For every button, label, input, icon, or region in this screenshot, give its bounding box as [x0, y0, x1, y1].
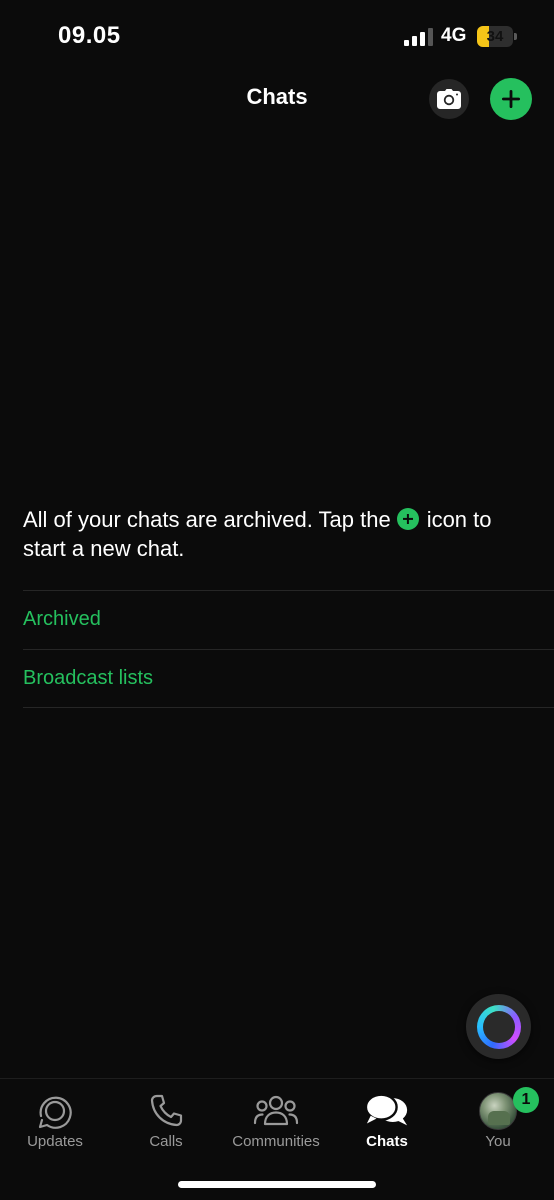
divider [23, 649, 554, 650]
network-label: 4G [441, 25, 467, 46]
tab-label: Updates [27, 1133, 83, 1150]
updates-icon [32, 1091, 78, 1131]
status-time: 09.05 [58, 22, 121, 49]
broadcast-lists-link[interactable]: Broadcast lists [23, 667, 153, 690]
home-indicator [178, 1181, 376, 1188]
tab-chats[interactable]: Chats [332, 1089, 442, 1159]
avatar [479, 1092, 517, 1130]
meta-ai-button[interactable] [466, 994, 531, 1059]
plus-icon [396, 508, 419, 530]
tab-calls[interactable]: Calls [111, 1089, 221, 1159]
phone-icon [143, 1091, 189, 1131]
tab-label: Chats [366, 1133, 408, 1150]
battery-level: 34 [486, 28, 504, 45]
notification-badge: 1 [513, 1087, 539, 1113]
signal-icon [404, 28, 433, 46]
chats-screen: 09.05 4G 34 Chats All of your chats are [0, 0, 554, 1200]
tab-you[interactable]: 1 You [443, 1087, 553, 1159]
page-title: Chats [246, 84, 308, 109]
tab-communities[interactable]: Communities [221, 1089, 331, 1159]
meta-ai-icon [476, 1004, 521, 1049]
camera-button[interactable] [429, 79, 469, 119]
tab-updates[interactable]: Updates [0, 1089, 110, 1159]
archived-link[interactable]: Archived [23, 608, 101, 631]
tab-label: Communities [232, 1133, 320, 1150]
divider [23, 590, 554, 591]
empty-state-message: All of your chats are archived. Tap the i… [23, 505, 533, 563]
battery-icon: 34 [477, 26, 513, 47]
divider [23, 707, 554, 708]
camera-icon [437, 89, 461, 109]
tab-label: Calls [149, 1133, 183, 1150]
new-chat-button[interactable] [490, 78, 532, 120]
status-bar: 09.05 4G 34 [0, 0, 554, 70]
communities-icon [253, 1091, 299, 1131]
tab-label: You [485, 1133, 511, 1150]
battery-tip [514, 33, 517, 40]
plus-icon [502, 90, 520, 108]
empty-state-text-before: All of your chats are archived. Tap the [23, 507, 391, 532]
chats-icon [364, 1091, 410, 1131]
